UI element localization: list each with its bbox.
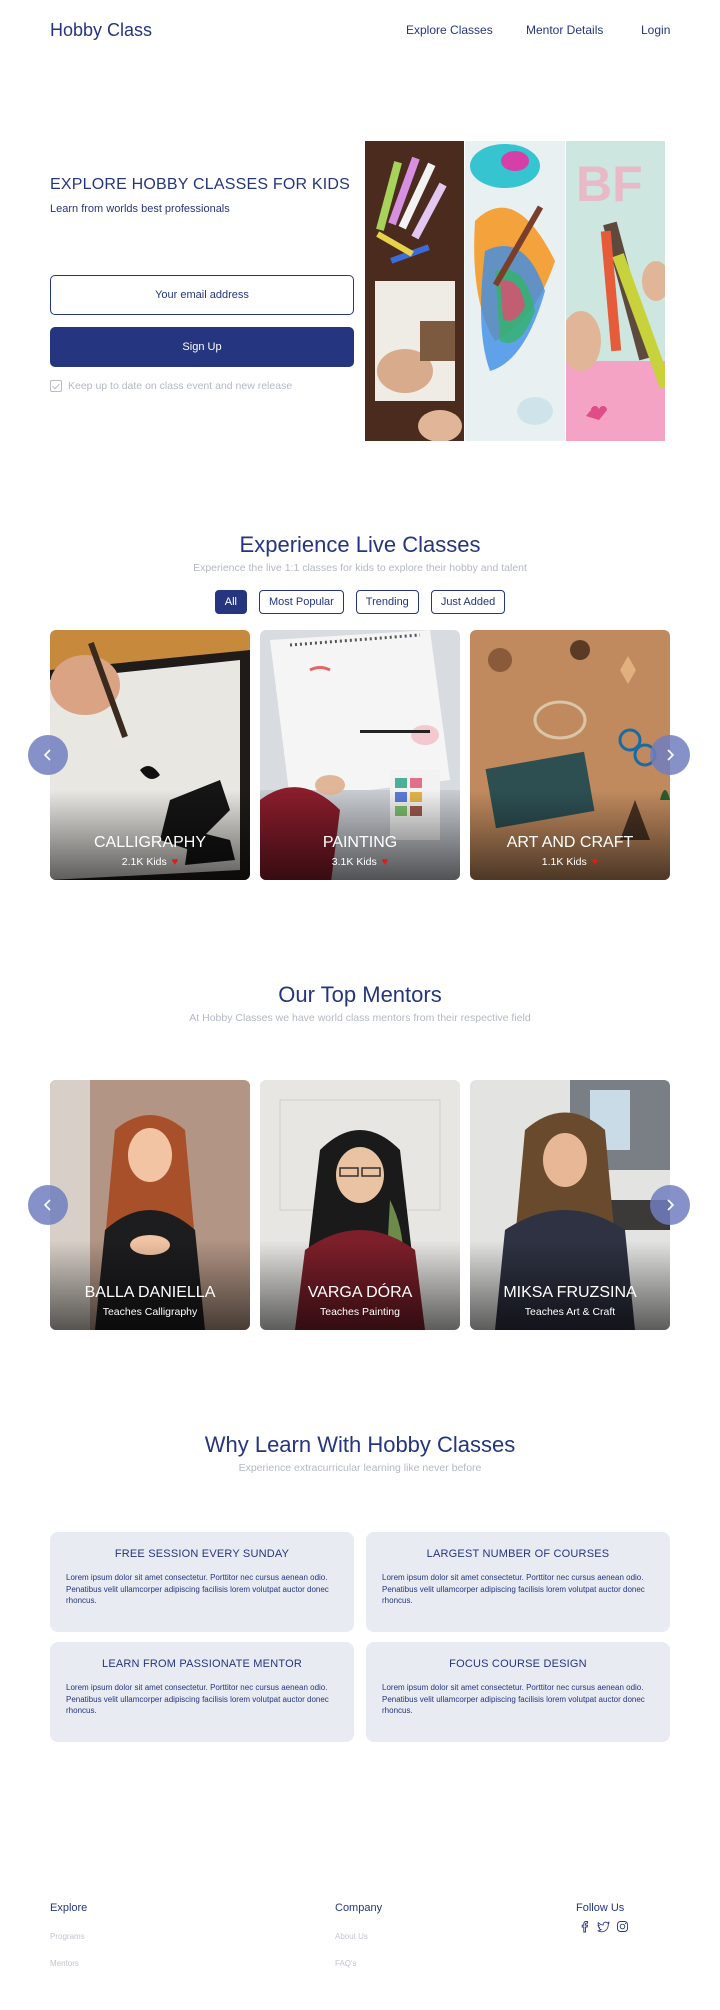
class-card-kids: 1.1K Kids ♥ [541,856,599,868]
nav-explore-classes[interactable]: Explore Classes [406,23,493,37]
filter-all[interactable]: All [214,590,247,614]
nav-login[interactable]: Login [641,23,670,37]
why-card-free-session: FREE SESSION EVERY SUNDAY Lorem ipsum do… [50,1532,354,1632]
top-nav: Hobby Class Explore Classes Mentor Detai… [0,0,720,60]
hero-panel-crayons: BF [565,141,665,441]
filter-trending[interactable]: Trending [355,590,419,614]
hero-panel-paint [465,141,565,441]
mentor-card-miksa-fruzsina[interactable]: MIKSA FRUZSINA Teaches Art & Craft [470,1080,670,1330]
class-card-kids: 2.1K Kids ♥ [121,856,179,868]
why-card-title: LEARN FROM PASSIONATE MENTOR [102,1658,302,1670]
mentor-card-varga-dora[interactable]: VARGA DÓRA Teaches Painting [260,1080,460,1330]
brand-logo[interactable]: Hobby Class [50,20,152,41]
why-card-largest-courses: LARGEST NUMBER OF COURSES Lorem ipsum do… [366,1532,670,1632]
class-card-title: ART AND CRAFT [506,834,634,851]
chevron-left-icon [43,749,51,761]
keep-updated-label: Keep up to date on class event and new r… [68,380,293,392]
classes-prev-button[interactable] [28,735,68,775]
class-card-title: PAINTING [322,834,398,851]
mentors-next-button[interactable] [650,1185,690,1225]
mentors-subtitle: At Hobby Classes we have world class men… [189,1012,531,1024]
class-card-art-and-craft[interactable]: ART AND CRAFT 1.1K Kids ♥ [470,630,670,880]
mentor-name: BALLA DANIELLA [84,1284,216,1301]
mentor-card-balla-daniella[interactable]: BALLA DANIELLA Teaches Calligraphy [50,1080,250,1330]
chevron-right-icon [667,1199,675,1211]
why-card-title: FREE SESSION EVERY SUNDAY [114,1548,290,1560]
filter-just-added[interactable]: Just Added [430,590,506,614]
mentor-name: MIKSA FRUZSINA [503,1284,637,1301]
heart-icon[interactable]: ♥ [172,856,179,868]
why-card-title: LARGEST NUMBER OF COURSES [426,1548,610,1560]
why-subtitle: Experience extracurricular learning like… [238,1462,482,1474]
chevron-left-icon [43,1199,51,1211]
mentor-name: VARGA DÓRA [307,1284,413,1301]
filter-tabs: All Most Popular Trending Just Added [0,590,720,614]
keep-updated-row: Keep up to date on class event and new r… [50,380,292,392]
hero-title: EXPLORE HOBBY CLASSES FOR KIDS [50,176,351,193]
mentor-teaches: Teaches Calligraphy [102,1306,198,1318]
svg-text:BF: BF [576,156,643,212]
classes-next-button[interactable] [650,735,690,775]
live-classes-title: Experience Live Classes [239,532,481,557]
hero-image-collage: BF [365,141,665,441]
signup-button[interactable]: Sign Up [50,327,354,367]
hero-panel-markers [365,141,465,441]
footer-company-heading: Company [335,1902,383,1914]
live-classes-subtitle: Experience the live 1:1 classes for kids… [193,562,527,574]
heart-icon[interactable]: ♥ [592,856,599,868]
facebook-icon[interactable] [578,1920,591,1933]
chevron-right-icon [667,749,675,761]
keep-updated-checkbox[interactable] [50,380,62,392]
class-card-calligraphy[interactable]: CALLIGRAPHY 2.1K Kids ♥ [50,630,250,880]
instagram-icon[interactable] [616,1920,629,1933]
why-card-text: Lorem ipsum dolor sit amet consectetur. … [66,1683,329,1715]
filter-most-popular[interactable]: Most Popular [258,590,344,614]
footer-explore-heading: Explore [50,1902,88,1914]
class-card-kids: 3.1K Kids ♥ [331,856,389,868]
hero-subtitle: Learn from worlds best professionals [50,203,230,215]
footer-link-mentors[interactable]: Mentors [50,1959,79,1968]
mentors-prev-button[interactable] [28,1185,68,1225]
footer-link-faqs[interactable]: FAQ's [335,1959,357,1968]
why-title: Why Learn With Hobby Classes [204,1432,516,1457]
why-card-focus-design: FOCUS COURSE DESIGN Lorem ipsum dolor si… [366,1642,670,1742]
nav-mentor-details[interactable]: Mentor Details [526,23,603,37]
mentor-teaches: Teaches Painting [320,1306,400,1318]
why-card-text: Lorem ipsum dolor sit amet consectetur. … [382,1573,645,1605]
mentors-title: Our Top Mentors [278,982,442,1007]
footer-link-programs[interactable]: Programs [50,1932,85,1941]
class-card-title: CALLIGRAPHY [93,834,207,851]
footer-follow-heading: Follow Us [576,1902,625,1914]
social-icons [578,1920,629,1933]
heart-icon[interactable]: ♥ [382,856,389,868]
footer-link-about-us[interactable]: About Us [335,1932,368,1941]
email-input[interactable] [50,275,354,315]
mentor-teaches: Teaches Art & Craft [524,1306,616,1318]
why-card-passionate-mentor: LEARN FROM PASSIONATE MENTOR Lorem ipsum… [50,1642,354,1742]
why-card-title: FOCUS COURSE DESIGN [449,1658,587,1670]
twitter-icon[interactable] [597,1920,610,1933]
class-card-painting[interactable]: PAINTING 3.1K Kids ♥ [260,630,460,880]
why-card-text: Lorem ipsum dolor sit amet consectetur. … [382,1683,645,1715]
why-card-text: Lorem ipsum dolor sit amet consectetur. … [66,1573,329,1605]
